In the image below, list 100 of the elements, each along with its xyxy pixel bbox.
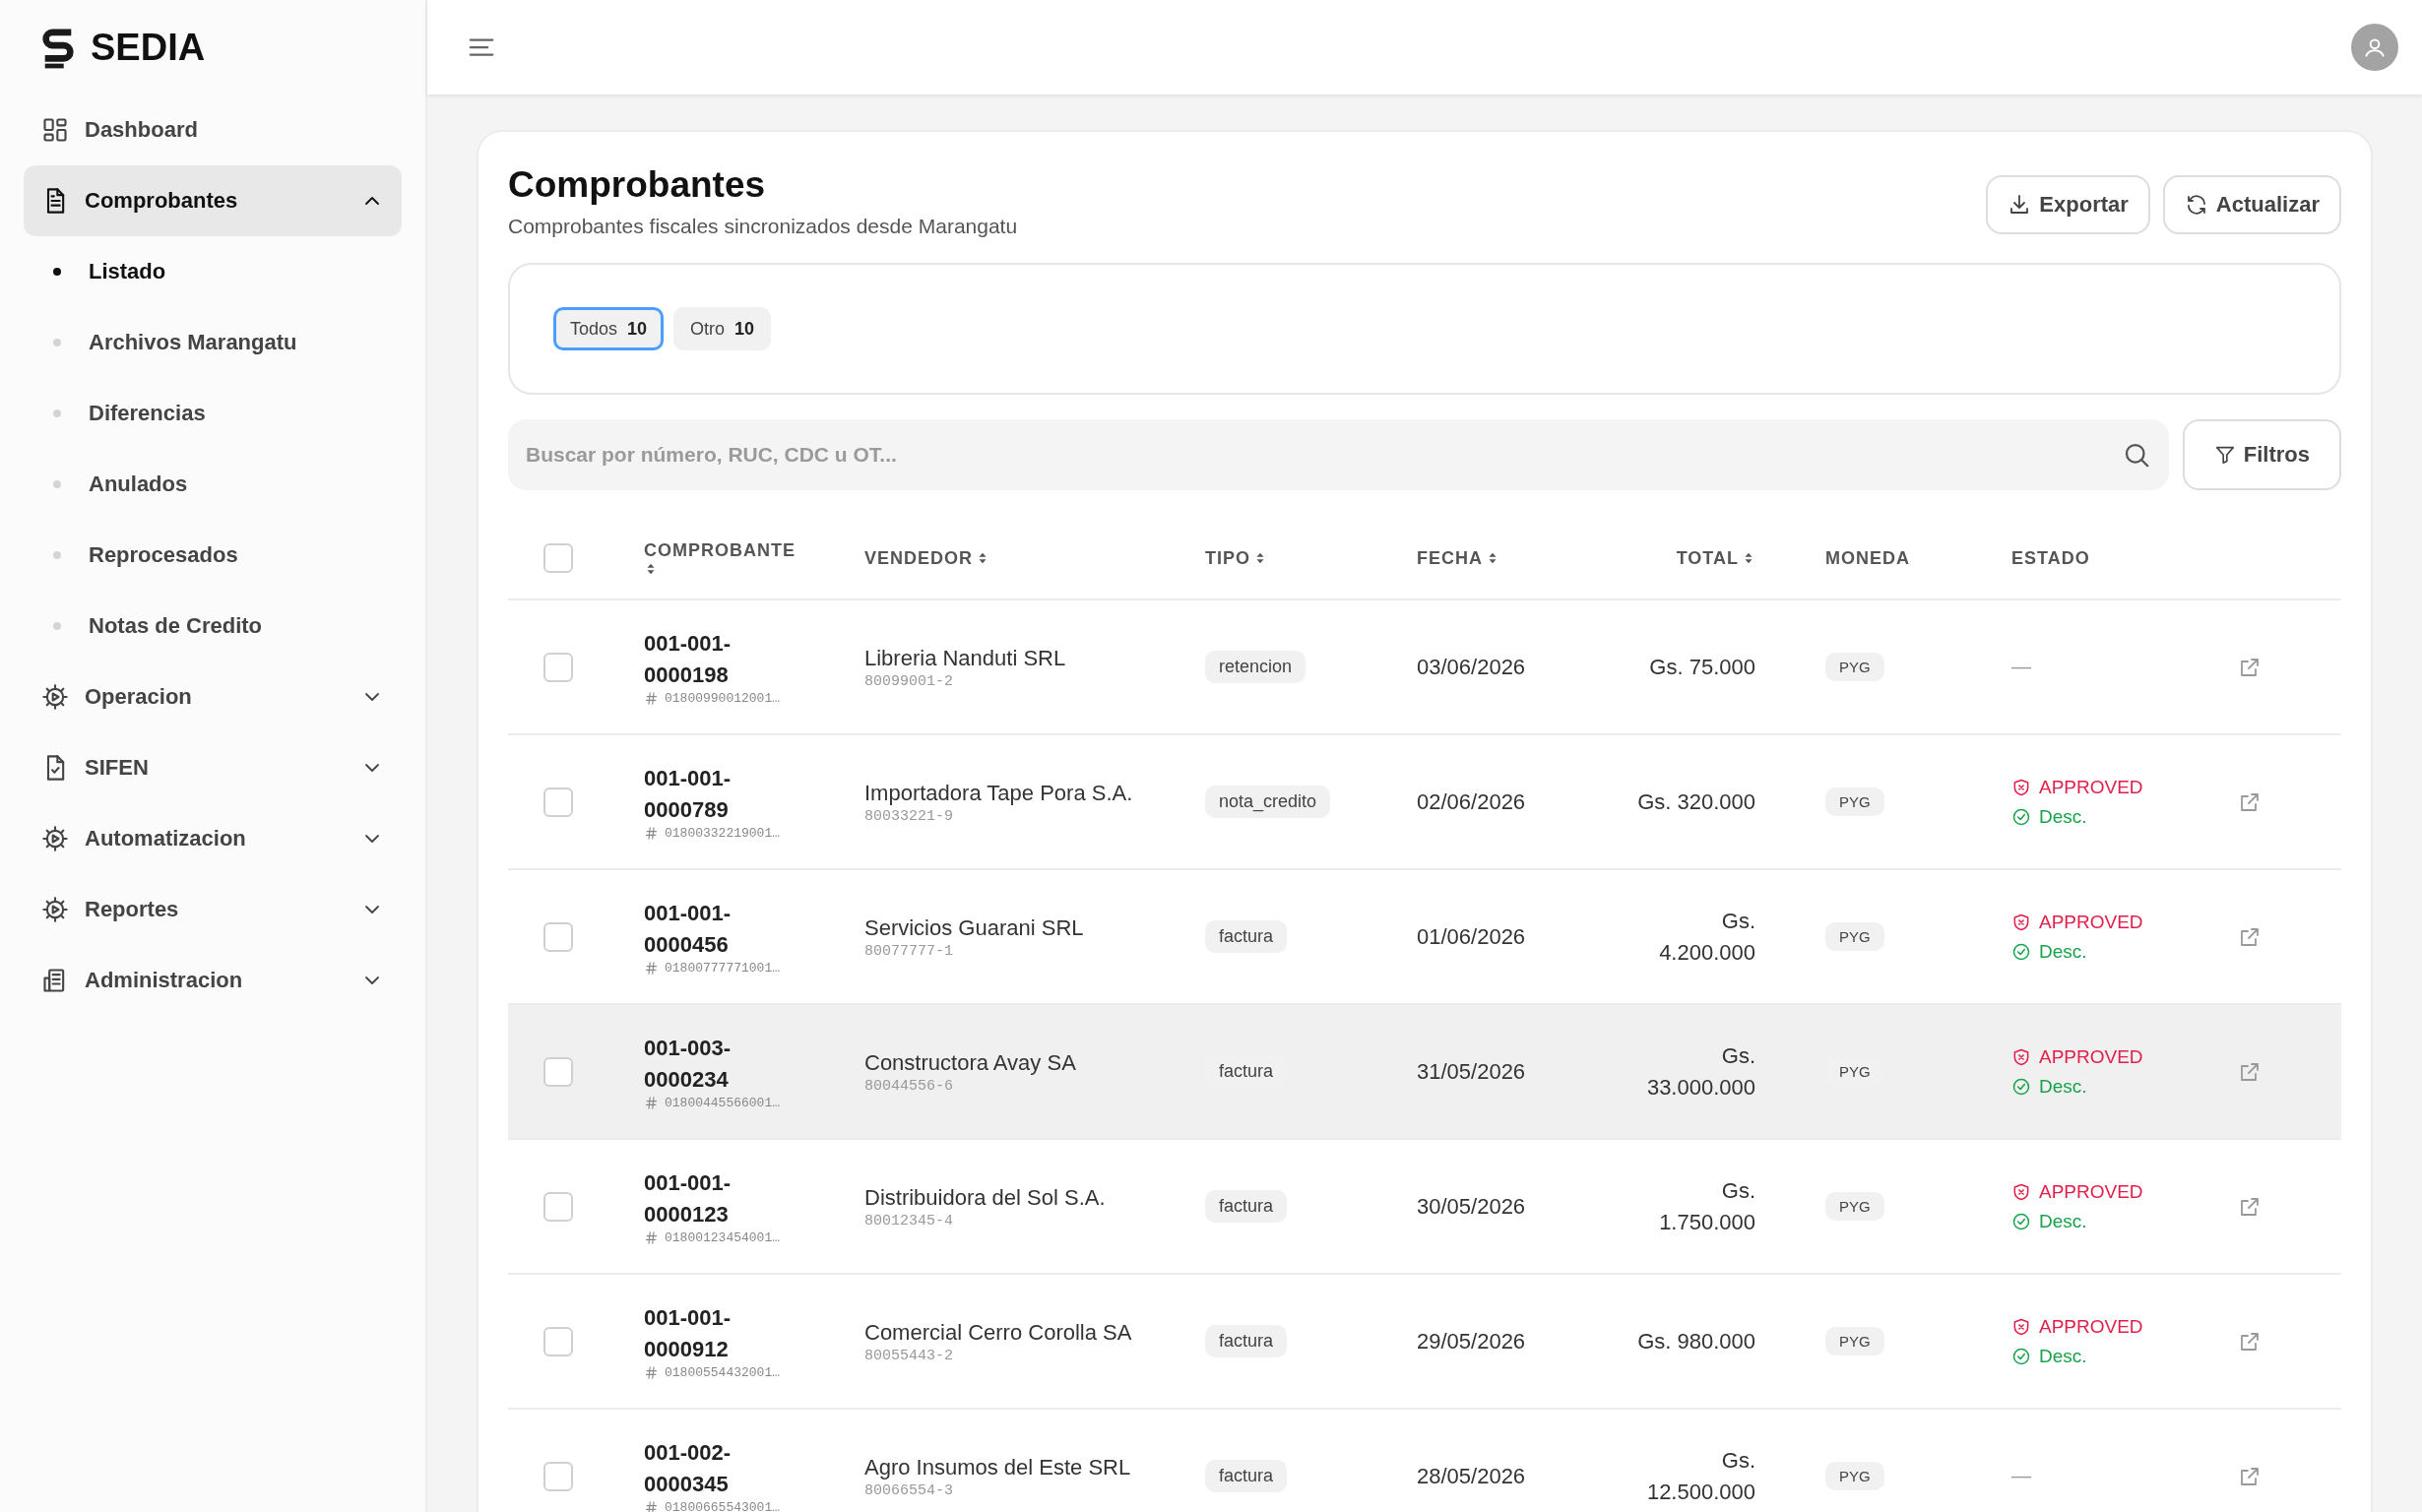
checkbox[interactable]: [543, 1191, 573, 1222]
date-text: 02/06/2026: [1417, 788, 1526, 814]
date-text: 01/06/2026: [1417, 923, 1526, 949]
date-text: 28/05/2026: [1417, 1463, 1526, 1488]
page-title: Comprobantes: [508, 163, 767, 207]
checkbox[interactable]: [543, 1056, 573, 1087]
checkbox[interactable]: [543, 1461, 573, 1491]
type-tag: factura: [1205, 1325, 1288, 1357]
invoice-number: 001-001-0000912: [644, 1304, 733, 1363]
check-circle-icon: [2011, 941, 2031, 962]
nav-subitem[interactable]: Reprocesados: [89, 542, 238, 568]
check-circle-icon: [2011, 1211, 2031, 1231]
filter-tab[interactable]: Todos 10: [553, 307, 665, 350]
check-circle-icon: [2011, 806, 2031, 827]
vendor-ruc: 80066554-3: [864, 1482, 954, 1499]
shield-x-icon: [2011, 1046, 2031, 1067]
currency-tag: PYG: [1825, 788, 1884, 816]
type-tag: factura: [1205, 1190, 1288, 1223]
checkbox[interactable]: [543, 652, 573, 682]
nav-subitem[interactable]: Archivos Marangatu: [89, 330, 297, 355]
vendor-name: Comercial Cerro Corolla SA: [864, 1319, 1133, 1347]
currency-tag: PYG: [1825, 1192, 1884, 1221]
status-label: APPROVED: [2039, 1045, 2143, 1068]
nav-item[interactable]: Dashboard: [24, 94, 402, 165]
nav-subitem[interactable]: Diferencias: [89, 401, 206, 426]
status-label: APPROVED: [2039, 1180, 2143, 1203]
cdc-code: 01800445566001…: [665, 1096, 781, 1110]
nav-subitem[interactable]: Anulados: [89, 472, 188, 497]
vendor-ruc: 80077777-1: [864, 943, 954, 960]
gear-icon: [41, 896, 69, 923]
vendor-name: Servicios Guarani SRL: [864, 914, 1085, 942]
vendor-name: Agro Insumos del Este SRL: [864, 1454, 1132, 1481]
type-tag: retencion: [1205, 651, 1307, 683]
cdc-code: 01800990012001…: [665, 691, 781, 706]
cdc-code: 01800554432001…: [665, 1365, 781, 1380]
vendor-name: Importadora Tape Pora S.A.: [864, 780, 1134, 807]
column-header[interactable]: COMPROBANTE: [631, 539, 821, 577]
nav-item[interactable]: Comprobantes: [24, 165, 402, 236]
status-note: Desc.: [2039, 940, 2087, 963]
invoice-number: 001-001-0000198: [644, 630, 733, 689]
status-note: Desc.: [2039, 1075, 2087, 1098]
cdc-code: 01800665543001…: [665, 1500, 781, 1512]
total-amount: Gs. 4.200.000: [1658, 907, 1755, 967]
vendor-ruc: 80033221-9: [864, 808, 954, 825]
hash-icon: [644, 1230, 659, 1245]
refresh-button[interactable]: Actualizar: [2162, 175, 2341, 234]
status-label: APPROVED: [2039, 911, 2143, 933]
vendor-name: Distribuidora del Sol S.A.: [864, 1184, 1107, 1212]
filter-button[interactable]: Filtros: [2182, 419, 2341, 490]
date-text: 31/05/2026: [1417, 1058, 1526, 1084]
status-note: Desc.: [2039, 1345, 2087, 1367]
gear-icon: [41, 825, 69, 852]
hash-icon: [644, 1365, 659, 1380]
checkbox[interactable]: [543, 543, 573, 573]
filter-tab[interactable]: Otro 10: [673, 307, 772, 350]
invoice-number: 001-003-0000234: [644, 1035, 733, 1094]
check-circle-icon: [2011, 1076, 2031, 1097]
checkbox[interactable]: [543, 1326, 573, 1356]
status-label: APPROVED: [2039, 776, 2143, 798]
hash-icon: [644, 961, 659, 976]
column-header[interactable]: VENDEDOR: [852, 547, 1192, 569]
search-field[interactable]: Buscar por número, RUC, CDC u OT...: [508, 419, 2169, 490]
column-header[interactable]: TOTAL: [1596, 547, 1768, 569]
brand-name: SEDIA: [91, 26, 206, 69]
nav-item[interactable]: Reportes: [24, 874, 402, 945]
nav-item[interactable]: Operacion: [24, 662, 402, 732]
cdc-code: 01800123454001…: [665, 1230, 781, 1245]
nav-subitem[interactable]: Listado: [89, 259, 166, 284]
avatar[interactable]: [2351, 24, 2398, 71]
checkbox[interactable]: [543, 921, 573, 952]
currency-tag: PYG: [1825, 653, 1884, 681]
nav-item[interactable]: Automatizacion: [24, 803, 402, 874]
column-header[interactable]: FECHA: [1404, 547, 1596, 569]
currency-tag: PYG: [1825, 1462, 1884, 1490]
date-text: 29/05/2026: [1417, 1328, 1526, 1354]
empty-status: —: [2011, 1465, 2032, 1487]
hash-icon: [644, 691, 659, 706]
check-circle-icon: [2011, 1346, 2031, 1366]
shield-x-icon: [2011, 912, 2031, 932]
nav-item[interactable]: Administracion: [24, 945, 402, 1016]
checkbox[interactable]: [543, 787, 573, 817]
total-amount: Gs. 320.000: [1637, 788, 1755, 816]
hash-icon: [644, 1096, 659, 1110]
vendor-ruc: 80012345-4: [864, 1213, 954, 1229]
gear-icon: [41, 683, 69, 711]
cdc-code: 01800332219001…: [665, 826, 781, 841]
currency-tag: PYG: [1825, 922, 1884, 951]
column-header[interactable]: TIPO: [1192, 547, 1404, 569]
total-amount: Gs. 33.000.000: [1645, 1041, 1755, 1102]
nav-subitem[interactable]: Notas de Credito: [89, 613, 263, 639]
page-subtitle: Comprobantes fiscales sincronizados desde Marangatu: [508, 215, 1018, 238]
empty-status: —: [2011, 656, 2032, 678]
type-tag: nota_credito: [1205, 786, 1331, 818]
column-header: ESTADO: [2010, 547, 2091, 569]
cdc-code: 01800777771001…: [665, 961, 781, 976]
grid-icon: [41, 116, 69, 144]
export-button[interactable]: Exportar: [1986, 175, 2150, 234]
vendor-ruc: 80099001-2: [864, 673, 954, 690]
nav-item[interactable]: SIFEN: [24, 732, 402, 803]
total-amount: Gs. 12.500.000: [1645, 1446, 1755, 1506]
